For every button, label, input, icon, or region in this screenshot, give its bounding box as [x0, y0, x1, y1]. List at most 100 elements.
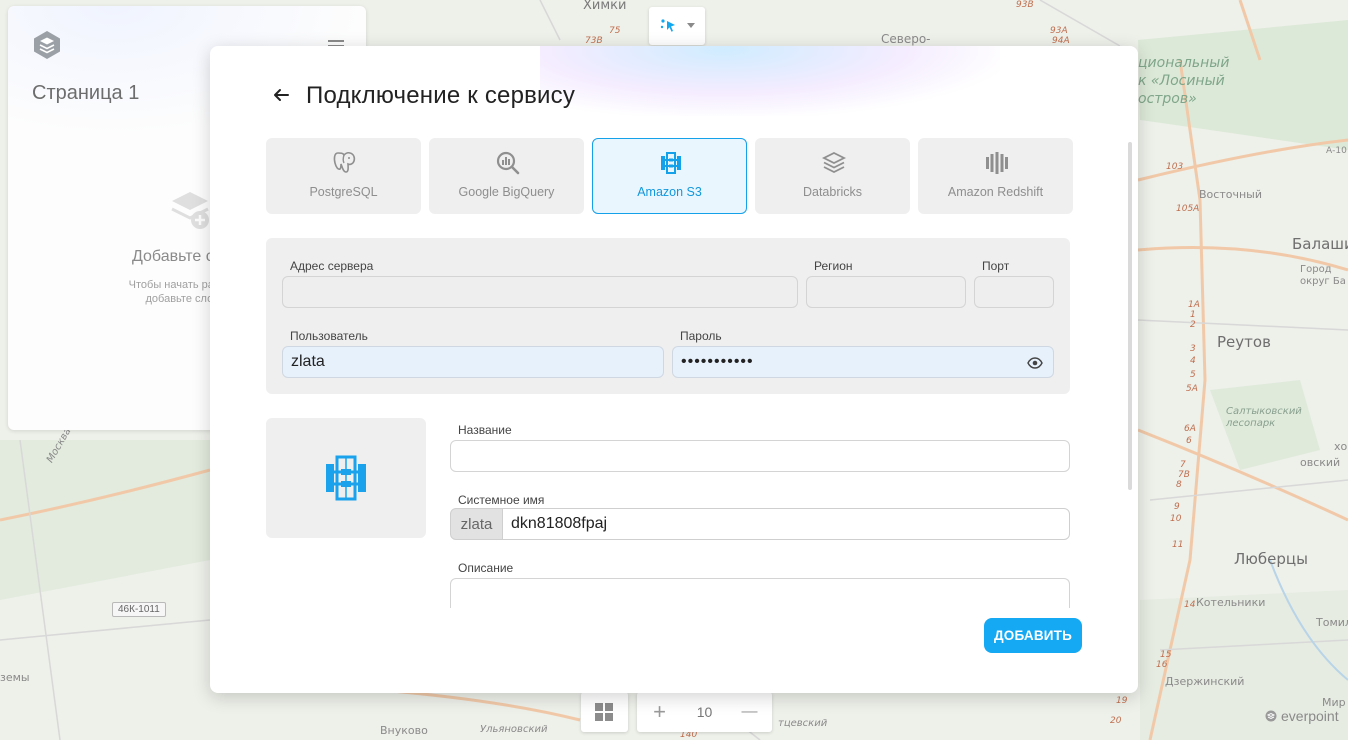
amazon-redshift-icon [986, 152, 1008, 174]
port-input[interactable] [974, 276, 1054, 308]
road-label: 2 [1190, 320, 1196, 330]
map-label-zemy: земы [0, 671, 30, 684]
road-label: 19 [1116, 696, 1128, 706]
bigquery-icon [496, 151, 520, 175]
dialog-scrollbar[interactable] [1128, 142, 1132, 490]
cursor-select-icon[interactable] [659, 17, 677, 35]
server-address-input[interactable] [282, 276, 798, 308]
amazon-s3-icon [326, 455, 366, 501]
road-label: 1А [1188, 300, 1200, 310]
road-label: 1 [1190, 310, 1196, 320]
eye-icon[interactable] [1027, 355, 1043, 371]
connect-service-dialog: Подключение к сервису PostgreSQL Google … [210, 46, 1138, 693]
system-name-input[interactable]: dkn81808fpaj [502, 508, 1070, 540]
road-label: 105А [1176, 204, 1200, 214]
road-label: 8 [1176, 480, 1182, 490]
service-list: PostgreSQL Google BigQuery Amazon S3 Dat… [266, 138, 1073, 214]
app-logo-icon[interactable] [32, 30, 62, 60]
road-badge: 46К-1011 [112, 602, 166, 617]
road-label: 3 [1190, 344, 1196, 354]
road-label: 6 [1186, 436, 1192, 446]
road-label: 4 [1190, 356, 1196, 366]
postgresql-icon [333, 151, 356, 173]
service-label: Amazon Redshift [947, 185, 1044, 199]
chevron-down-icon[interactable] [687, 23, 695, 29]
dialog-glow [540, 46, 1000, 116]
page-title[interactable]: Страница 1 [32, 82, 139, 105]
system-name-prefix: zlata [450, 508, 503, 540]
description-textarea[interactable] [450, 578, 1070, 608]
zoom-control: + 10 — [637, 692, 772, 732]
name-input[interactable] [450, 440, 1070, 472]
map-label-khovo: хово [1334, 440, 1348, 453]
service-tile-amazon-s3[interactable]: Amazon S3 [592, 138, 747, 214]
map-label-reutov: Реутов [1217, 333, 1271, 351]
map-label-tomil: Томил [1316, 616, 1348, 629]
service-tile-bigquery[interactable]: Google BigQuery [429, 138, 584, 214]
map-label-vostochny: Восточный [1199, 188, 1262, 201]
map-label-ovsky: овский [1300, 456, 1341, 469]
road-label: 15 [1160, 650, 1172, 660]
service-label: PostgreSQL [309, 185, 378, 199]
map-label-atsevsky: тцевский [778, 718, 828, 729]
name-label: Название [458, 423, 512, 437]
map-label-kotelniki: Котельники [1196, 596, 1266, 609]
map-select-tool[interactable] [649, 7, 705, 45]
connection-settings: Адрес сервера Регион Порт Пользователь z… [266, 238, 1070, 394]
road-label: 5А [1186, 384, 1198, 394]
road-label: 5 [1190, 370, 1196, 380]
service-label: Google BigQuery [458, 185, 555, 199]
map-label-severo: Северо- [881, 32, 931, 46]
port-label: Порт [982, 259, 1010, 273]
road-label: 20 [1110, 716, 1122, 726]
road-label: 94А [1052, 36, 1070, 46]
grid-icon [595, 703, 613, 721]
brand-name: everpoint [1281, 708, 1339, 724]
map-label-vnukovo: Внуково [380, 724, 428, 737]
road-label: 7В [1178, 470, 1190, 480]
dialog-title: Подключение к сервису [306, 82, 576, 109]
description-label: Описание [458, 561, 514, 575]
service-label: Amazon S3 [637, 185, 702, 199]
databricks-icon [821, 151, 847, 174]
road-label: 93В [1016, 0, 1034, 10]
map-label-lyubertsy: Люберцы [1234, 550, 1308, 568]
road-label: 16 [1156, 660, 1168, 670]
road-label: А-10 [1326, 146, 1347, 156]
service-tile-databricks[interactable]: Databricks [755, 138, 910, 214]
map-label-khimki: Химки [583, 0, 627, 13]
layers-empty-icon [171, 192, 209, 229]
map-label-saltykovsky: Салтыковский лесопарк [1226, 406, 1302, 429]
system-name-label: Системное имя [458, 493, 545, 507]
road-label: 9 [1174, 502, 1180, 512]
road-label: 11 [1172, 540, 1184, 550]
brand-watermark: everpoint [1265, 708, 1339, 724]
road-label: 6А [1184, 424, 1196, 434]
service-label: Databricks [802, 185, 863, 199]
password-input[interactable]: ••••••••••• [672, 346, 1054, 378]
region-input[interactable] [806, 276, 966, 308]
zoom-in-button[interactable]: + [637, 692, 682, 732]
service-tile-amazon-redshift[interactable]: Amazon Redshift [918, 138, 1073, 214]
map-label-park: циональный к «Лосиный остров» [1138, 55, 1230, 107]
region-label: Регион [814, 259, 853, 273]
map-label-balashi: Балаши [1292, 235, 1348, 253]
map-label-ulyanovsky: Ульяновский [480, 724, 548, 735]
back-arrow-icon[interactable] [272, 86, 290, 104]
add-button[interactable]: ДОБАВИТЬ [984, 618, 1082, 653]
user-label: Пользователь [290, 329, 368, 343]
road-label: 93А [1050, 26, 1068, 36]
password-value: ••••••••••• [681, 353, 754, 370]
road-label: 14 [1184, 600, 1196, 610]
map-label-dzerzhinsky: Дзержинский [1165, 675, 1245, 688]
user-input[interactable]: zlata [282, 346, 664, 378]
service-preview [266, 418, 426, 538]
basemap-grid-button[interactable] [581, 692, 628, 732]
zoom-level: 10 [696, 704, 713, 720]
zoom-out-button[interactable]: — [727, 692, 772, 732]
road-label: 103 [1166, 162, 1184, 172]
road-label: 75 [609, 26, 621, 36]
service-tile-postgresql[interactable]: PostgreSQL [266, 138, 421, 214]
server-address-label: Адрес сервера [290, 259, 374, 273]
password-label: Пароль [680, 329, 722, 343]
